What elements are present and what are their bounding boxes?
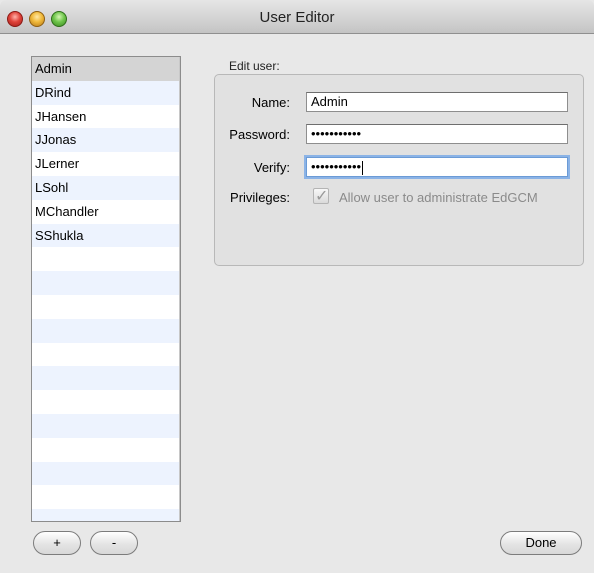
window-title: User Editor xyxy=(259,9,335,26)
user-list-empty-row xyxy=(32,271,179,295)
checkmark-icon: ✓ xyxy=(315,188,329,205)
user-list-item[interactable]: JHansen xyxy=(32,105,179,129)
user-list-item[interactable]: SShukla xyxy=(32,223,179,248)
user-list-item[interactable]: DRind xyxy=(32,80,179,105)
list-scrollbar-track[interactable] xyxy=(179,57,180,521)
verify-label: Verify: xyxy=(253,160,290,175)
user-list-empty-row xyxy=(32,438,179,462)
remove-user-button[interactable]: - xyxy=(90,531,138,555)
name-field[interactable]: Admin xyxy=(306,92,568,112)
zoom-window-button[interactable] xyxy=(51,11,67,27)
user-list-item[interactable]: MChandler xyxy=(32,200,179,224)
user-list-item[interactable]: Admin xyxy=(32,57,179,81)
user-list-empty-row xyxy=(32,318,179,343)
close-window-button[interactable] xyxy=(7,11,23,27)
user-list-item[interactable]: LSohl xyxy=(32,175,179,200)
name-label: Name: xyxy=(251,95,290,110)
user-list-empty-row xyxy=(32,485,179,509)
admin-privilege-label: Allow user to administrate EdGCM xyxy=(339,190,538,205)
user-list[interactable]: Admin DRind JHansen JJonas JLerner LSohl MChan… xyxy=(31,56,181,522)
user-list-empty-row xyxy=(32,247,179,271)
user-list-empty-row xyxy=(32,366,179,391)
admin-privilege-checkbox[interactable]: ✓ xyxy=(313,188,329,205)
password-dots: ••••••••••• xyxy=(311,126,362,141)
edit-user-group-label: Edit user: xyxy=(229,59,280,73)
password-field[interactable]: ••••••••••• xyxy=(306,124,568,144)
minimize-window-button[interactable] xyxy=(29,11,45,27)
verify-dots: ••••••••••• xyxy=(311,159,362,174)
user-list-empty-row xyxy=(32,295,179,319)
user-list-item[interactable]: JJonas xyxy=(32,128,179,153)
add-user-button[interactable]: + xyxy=(33,531,81,555)
title-bar[interactable]: User Editor xyxy=(0,0,594,34)
done-button[interactable]: Done xyxy=(500,531,582,555)
user-list-empty-row xyxy=(32,390,179,414)
user-list-empty-row xyxy=(32,461,179,486)
user-list-rows: Admin DRind JHansen JJonas JLerner LSohl MChan… xyxy=(32,57,179,521)
user-list-empty-row xyxy=(32,343,179,367)
privileges-label: Privileges: xyxy=(230,190,290,205)
user-list-empty-row xyxy=(32,413,179,438)
text-caret xyxy=(362,160,364,175)
user-list-item[interactable]: JLerner xyxy=(32,152,179,176)
verify-field[interactable]: ••••••••••• xyxy=(306,157,568,177)
password-label: Password: xyxy=(229,127,290,142)
user-list-empty-row xyxy=(32,509,179,521)
user-editor-window: User Editor Admin DRind JHansen JJonas JLern… xyxy=(0,0,594,573)
